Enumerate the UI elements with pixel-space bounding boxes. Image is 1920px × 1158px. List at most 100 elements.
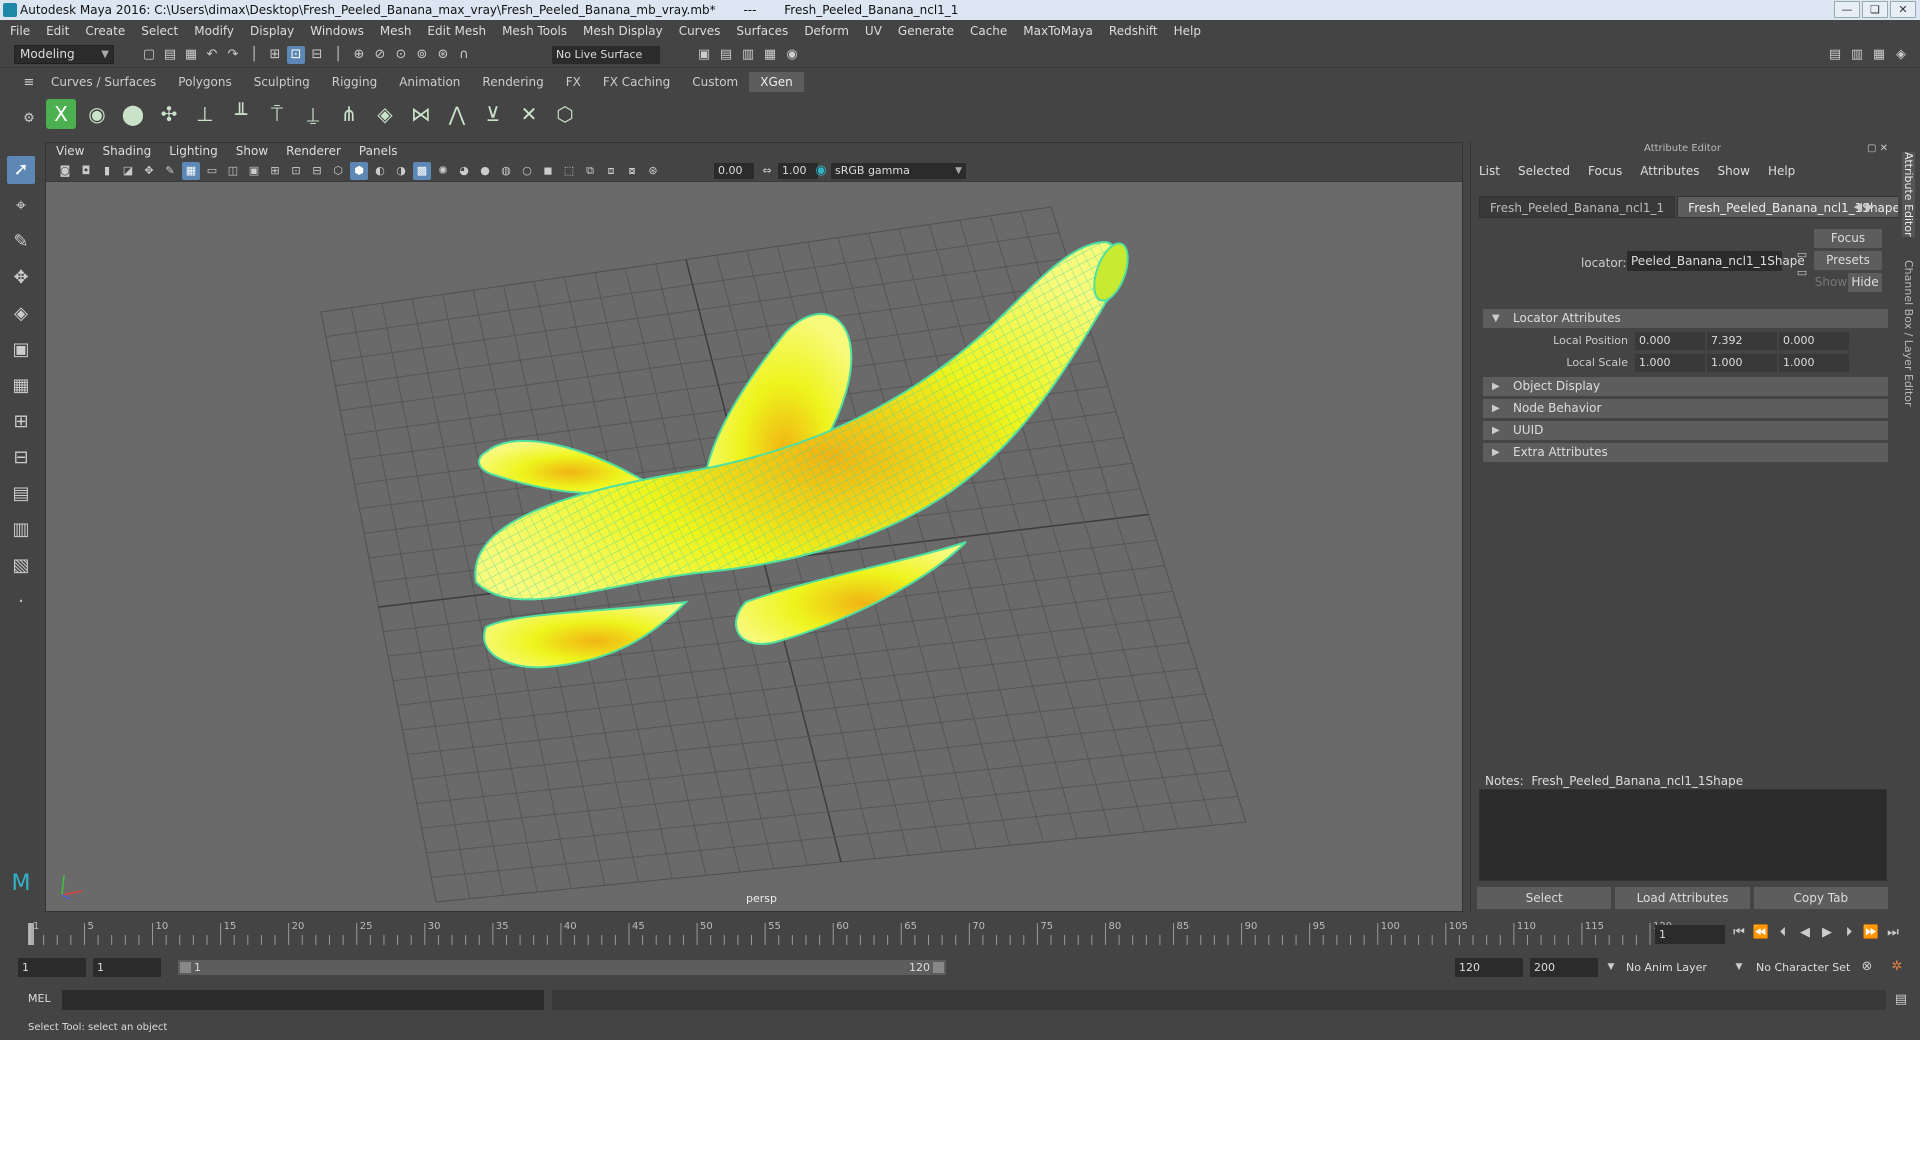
isolate-select-icon[interactable]: ⬚: [560, 162, 578, 180]
maximize-button[interactable]: ❏: [1862, 1, 1888, 18]
end-time-field[interactable]: 200: [1530, 958, 1598, 977]
menu-mesh-display[interactable]: Mesh Display: [583, 24, 663, 38]
close-icon[interactable]: ▢ ✕: [1867, 142, 1888, 156]
section-uuid[interactable]: ▶ UUID: [1483, 421, 1888, 440]
load-attributes-button[interactable]: Load Attributes: [1615, 887, 1750, 909]
show-button[interactable]: Show: [1814, 273, 1848, 292]
field-chart-icon[interactable]: ⊞: [266, 162, 284, 180]
range-start-handle[interactable]: [180, 962, 191, 973]
xgen-preview-icon[interactable]: ◉: [82, 99, 112, 129]
shelf-tab-fx[interactable]: FX: [555, 72, 592, 92]
anim-prefs-icon[interactable]: ✲: [1888, 958, 1906, 976]
menu-windows[interactable]: Windows: [310, 24, 364, 38]
vp-menu-shading[interactable]: Shading: [102, 143, 151, 160]
playback-start-field[interactable]: 1: [93, 958, 161, 977]
camera-icon[interactable]: ◙: [56, 162, 74, 180]
xgen-bend-icon[interactable]: ⋔: [334, 99, 364, 129]
grease-pencil-icon[interactable]: ✎: [161, 162, 179, 180]
vp-menu-panels[interactable]: Panels: [359, 143, 398, 160]
menu-mesh[interactable]: Mesh: [380, 24, 412, 38]
chevron-down-icon[interactable]: ▼: [1730, 958, 1748, 976]
more-layouts-icon[interactable]: ·: [7, 588, 35, 616]
step-forward-icon[interactable]: ⏩: [1862, 924, 1880, 942]
menu-surfaces[interactable]: Surfaces: [736, 24, 788, 38]
snap-grid-icon[interactable]: ⊕: [350, 46, 368, 64]
auto-key-icon[interactable]: ⊗: [1858, 958, 1876, 976]
grid-toggle-icon[interactable]: ▦: [182, 162, 200, 180]
minimize-button[interactable]: —: [1834, 1, 1860, 18]
notes-textarea[interactable]: [1479, 789, 1887, 881]
depth-of-field-icon[interactable]: ◼: [539, 162, 557, 180]
hypershade-layout-icon[interactable]: ▧: [7, 552, 35, 580]
panel-icon[interactable]: ▥: [1848, 46, 1866, 64]
film-gate-icon[interactable]: ▭: [203, 162, 221, 180]
command-input[interactable]: [62, 990, 544, 1010]
menu-create[interactable]: Create: [85, 24, 125, 38]
start-time-field[interactable]: 1: [18, 958, 86, 977]
xgen-add-guide-icon[interactable]: ⊥: [190, 99, 220, 129]
go-to-start-icon[interactable]: ⏮: [1730, 924, 1748, 942]
anti-aliasing-icon[interactable]: ○: [518, 162, 536, 180]
menu-edit[interactable]: Edit: [46, 24, 69, 38]
single-view-icon[interactable]: ▦: [7, 372, 35, 400]
chevron-down-icon[interactable]: ▼: [1602, 958, 1620, 976]
select-button[interactable]: Select: [1477, 887, 1612, 909]
goto-output-icon[interactable]: ▭: [1793, 264, 1811, 282]
resolution-gate-icon[interactable]: ◫: [224, 162, 242, 180]
local-position-z[interactable]: 0.000: [1779, 332, 1849, 350]
ae-menu-attributes[interactable]: Attributes: [1640, 164, 1699, 178]
color-management-icon[interactable]: ◉: [812, 162, 830, 180]
xray-icon[interactable]: ⧉: [581, 162, 599, 180]
tab-channel-box[interactable]: Channel Box / Layer Editor: [1902, 260, 1915, 407]
hide-button[interactable]: Hide: [1848, 273, 1882, 292]
local-scale-x[interactable]: 1.000: [1635, 354, 1705, 372]
presets-button[interactable]: Presets: [1814, 251, 1882, 270]
xgen-hex-icon[interactable]: ⬡: [550, 99, 580, 129]
menu-cache[interactable]: Cache: [970, 24, 1007, 38]
step-back-key-icon[interactable]: ⏴: [1774, 924, 1792, 942]
ae-menu-show[interactable]: Show: [1718, 164, 1750, 178]
play-forwards-icon[interactable]: ▶: [1818, 924, 1836, 942]
xgen-place-guide-icon[interactable]: ✣: [154, 99, 184, 129]
shelf-menu-icon[interactable]: ≡: [20, 74, 38, 92]
banana-mesh[interactable]: [474, 239, 1134, 669]
local-scale-z[interactable]: 1.000: [1779, 354, 1849, 372]
xgen-lock-icon[interactable]: ⍊: [298, 99, 328, 129]
menu-modify[interactable]: Modify: [194, 24, 234, 38]
magnet-icon[interactable]: ∩: [455, 46, 473, 64]
xray-joints-icon[interactable]: ⧈: [602, 162, 620, 180]
bookmark-icon[interactable]: ▮: [98, 162, 116, 180]
select-component-icon[interactable]: ⊟: [308, 46, 326, 64]
2d-pan-icon[interactable]: ✥: [140, 162, 158, 180]
vp-menu-view[interactable]: View: [56, 143, 84, 160]
menu-select[interactable]: Select: [141, 24, 178, 38]
local-scale-y[interactable]: 1.000: [1707, 354, 1777, 372]
default-material-icon[interactable]: ◐: [371, 162, 389, 180]
xgen-grass-icon[interactable]: ⋀: [442, 99, 472, 129]
hypershade-icon[interactable]: ◉: [783, 46, 801, 64]
layout-icon[interactable]: ▤: [1826, 46, 1844, 64]
graph-layout-icon[interactable]: ▥: [7, 516, 35, 544]
view-transform-select[interactable]: sRGB gamma ▼: [831, 163, 966, 179]
current-frame-field[interactable]: 1: [1655, 925, 1725, 944]
close-button[interactable]: ✕: [1890, 1, 1916, 18]
tab-attribute-editor[interactable]: Attribute Editor: [1902, 152, 1915, 237]
step-back-icon[interactable]: ⏪: [1752, 924, 1770, 942]
xgen-editor-icon[interactable]: X: [46, 99, 76, 129]
shelf-tab-xgen[interactable]: XGen: [749, 72, 804, 92]
render-settings-icon[interactable]: ▦: [761, 46, 779, 64]
xgen-description-icon[interactable]: ⬤: [118, 99, 148, 129]
layers-icon[interactable]: ◈: [1892, 46, 1910, 64]
xgen-sculpt-icon[interactable]: ╨: [226, 99, 256, 129]
shelf-tab-fx-caching[interactable]: FX Caching: [592, 72, 681, 92]
select-tool-icon[interactable]: ➚: [7, 156, 35, 184]
gate-mask-icon[interactable]: ▣: [245, 162, 263, 180]
range-slider[interactable]: 1 120: [178, 960, 946, 975]
script-editor-icon[interactable]: ▤: [1892, 991, 1910, 1009]
live-surface-field[interactable]: No Live Surface: [552, 46, 660, 64]
image-plane-icon[interactable]: ◪: [119, 162, 137, 180]
mode-selector[interactable]: Modeling ▼: [14, 45, 114, 64]
wireframe-on-shaded-icon[interactable]: ▩: [413, 162, 431, 180]
copy-tab-button[interactable]: Copy Tab: [1753, 887, 1888, 909]
safe-title-icon[interactable]: ⊟: [308, 162, 326, 180]
